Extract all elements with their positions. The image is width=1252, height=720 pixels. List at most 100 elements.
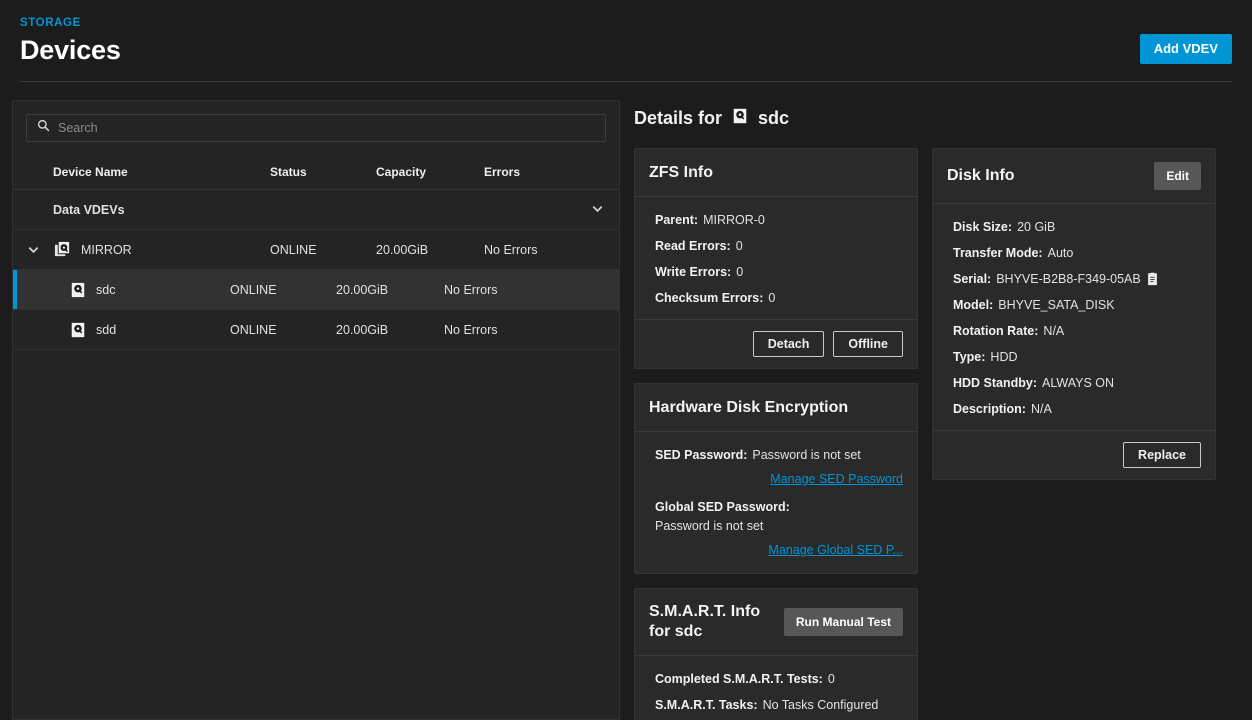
sed-password-row: SED Password: Password is not set: [655, 448, 903, 462]
offline-button[interactable]: Offline: [833, 331, 903, 357]
zfs-read-errors-value: 0: [735, 239, 743, 253]
sed-password-value: Password is not set: [752, 448, 861, 462]
zfs-checksum-errors-row: Checksum Errors: 0: [655, 291, 903, 305]
sed-password-label: SED Password:: [655, 448, 748, 462]
zfs-info-title: ZFS Info: [649, 163, 713, 181]
run-manual-test-button[interactable]: Run Manual Test: [783, 608, 903, 636]
hdd-standby-row: HDD Standby: ALWAYS ON: [953, 376, 1201, 390]
disk-icon: [69, 321, 87, 339]
hardware-disk-encryption-body: SED Password: Password is not set Manage…: [635, 432, 917, 573]
transfer-mode-row: Transfer Mode: Auto: [953, 246, 1201, 260]
disk-stack-icon: [53, 240, 72, 259]
transfer-mode-label: Transfer Mode:: [953, 246, 1043, 260]
devices-panel: Device Name Status Capacity Errors Data …: [12, 100, 620, 720]
disk-icon: [731, 107, 749, 130]
column-header-status: Status: [270, 164, 307, 179]
group-row-data-vdevs[interactable]: Data VDEVs: [13, 190, 619, 230]
smart-tasks-row: S.M.A.R.T. Tasks: No Tasks Configured: [655, 698, 903, 712]
search-input[interactable]: [58, 121, 595, 135]
rotation-rate-value: N/A: [1043, 324, 1065, 338]
search-icon: [37, 119, 50, 137]
group-row-label: Data VDEVs: [53, 202, 125, 217]
row-name-cell: MIRROR: [53, 240, 270, 259]
smart-info-body: Completed S.M.A.R.T. Tests: 0 S.M.A.R.T.…: [635, 656, 917, 720]
smart-info-title: S.M.A.R.T. Info for sdc: [649, 603, 761, 640]
type-value: HDD: [990, 350, 1018, 364]
row-errors: No Errors: [484, 242, 538, 257]
table-row[interactable]: sdc ONLINE 20.00GiB No Errors: [13, 270, 619, 310]
disk-icon: [69, 281, 87, 299]
zfs-info-body: Parent: MIRROR-0 Read Errors: 0 Write Er…: [635, 197, 917, 319]
add-vdev-button[interactable]: Add VDEV: [1139, 34, 1232, 64]
detach-button[interactable]: Detach: [752, 331, 825, 357]
details-heading-prefix: Details for: [634, 107, 723, 128]
detail-cards-left: ZFS Info Parent: MIRROR-0 Read Errors: 0…: [634, 148, 918, 720]
serial-value: BHYVE-B2B8-F349-05AB: [996, 272, 1141, 286]
zfs-parent-row: Parent: MIRROR-0: [655, 213, 903, 227]
completed-smart-tests-row: Completed S.M.A.R.T. Tests: 0: [655, 672, 903, 686]
breadcrumb[interactable]: STORAGE: [20, 16, 1232, 30]
model-row: Model: BHYVE_SATA_DISK: [953, 298, 1201, 312]
table-header: Device Name Status Capacity Errors: [13, 154, 619, 190]
row-status: ONLINE: [230, 322, 277, 337]
search-area: [13, 101, 619, 154]
manage-sed-password-row: Manage SED Password: [655, 470, 903, 488]
zfs-write-errors-value: 0: [736, 265, 744, 279]
manage-global-sed-password-link[interactable]: Manage Global SED P...: [768, 543, 903, 557]
replace-button[interactable]: Replace: [1123, 442, 1201, 468]
zfs-checksum-errors-value: 0: [768, 291, 776, 305]
smart-info-card: S.M.A.R.T. Info for sdc Run Manual Test …: [634, 588, 918, 720]
column-header-capacity: Capacity: [376, 164, 427, 179]
row-capacity: 20.00GiB: [376, 242, 429, 257]
disk-size-row: Disk Size: 20 GiB: [953, 220, 1201, 234]
transfer-mode-value: Auto: [1047, 246, 1074, 260]
details-heading-device: sdc: [758, 107, 790, 128]
zfs-info-header: ZFS Info: [635, 149, 917, 197]
row-capacity: 20.00GiB: [336, 282, 389, 297]
description-value: N/A: [1030, 402, 1052, 416]
hardware-disk-encryption-header: Hardware Disk Encryption: [635, 384, 917, 432]
page-header: STORAGE Devices Add VDEV: [0, 0, 1252, 82]
smart-info-header: S.M.A.R.T. Info for sdc Run Manual Test: [635, 589, 917, 656]
chevron-down-icon[interactable]: [590, 201, 605, 219]
smart-tasks-label: S.M.A.R.T. Tasks:: [655, 698, 758, 712]
row-name-cell: sdd: [13, 321, 230, 339]
global-sed-password-value: Password is not set: [655, 519, 764, 533]
main-content: Device Name Status Capacity Errors Data …: [0, 82, 1252, 720]
zfs-info-actions: Detach Offline: [635, 319, 917, 368]
detail-cards: ZFS Info Parent: MIRROR-0 Read Errors: 0…: [634, 148, 1232, 720]
row-name-cell: sdc: [13, 281, 230, 299]
column-header-errors: Errors: [484, 164, 521, 179]
disk-info-body: Disk Size: 20 GiB Transfer Mode: Auto Se…: [933, 204, 1215, 430]
row-errors: No Errors: [444, 282, 498, 297]
row-status: ONLINE: [270, 242, 317, 257]
model-label: Model:: [953, 298, 994, 312]
manage-global-sed-password-row: Manage Global SED P...: [655, 541, 903, 559]
zfs-parent-value: MIRROR-0: [703, 213, 765, 227]
serial-label: Serial:: [953, 272, 992, 286]
row-device-name: sdc: [96, 282, 116, 297]
zfs-checksum-errors-label: Checksum Errors:: [655, 291, 764, 305]
details-heading: Details for sdc: [634, 100, 1232, 136]
details-column: Details for sdc ZFS Info Parent: MIRROR-…: [634, 100, 1232, 720]
selected-row-indicator: [13, 270, 17, 309]
expand-toggle-mirror[interactable]: [13, 242, 53, 257]
manage-sed-password-link[interactable]: Manage SED Password: [770, 472, 903, 486]
table-row[interactable]: MIRROR ONLINE 20.00GiB No Errors: [13, 230, 619, 270]
zfs-parent-label: Parent:: [655, 213, 699, 227]
row-device-name: sdd: [96, 322, 117, 337]
header-divider: [20, 81, 1232, 82]
edit-button[interactable]: Edit: [1154, 162, 1201, 190]
clipboard-icon[interactable]: [1146, 272, 1159, 286]
row-errors: No Errors: [444, 322, 498, 337]
global-sed-password-row: Global SED Password: Password is not set: [655, 500, 903, 533]
global-sed-password-label: Global SED Password:: [655, 500, 790, 514]
description-row: Description: N/A: [953, 402, 1201, 416]
search-box[interactable]: [26, 114, 606, 142]
type-row: Type: HDD: [953, 350, 1201, 364]
disk-info-header: Disk Info Edit: [933, 149, 1215, 204]
hardware-disk-encryption-title: Hardware Disk Encryption: [649, 398, 849, 416]
row-status: ONLINE: [230, 282, 277, 297]
rotation-rate-label: Rotation Rate:: [953, 324, 1039, 338]
table-row[interactable]: sdd ONLINE 20.00GiB No Errors: [13, 310, 619, 350]
